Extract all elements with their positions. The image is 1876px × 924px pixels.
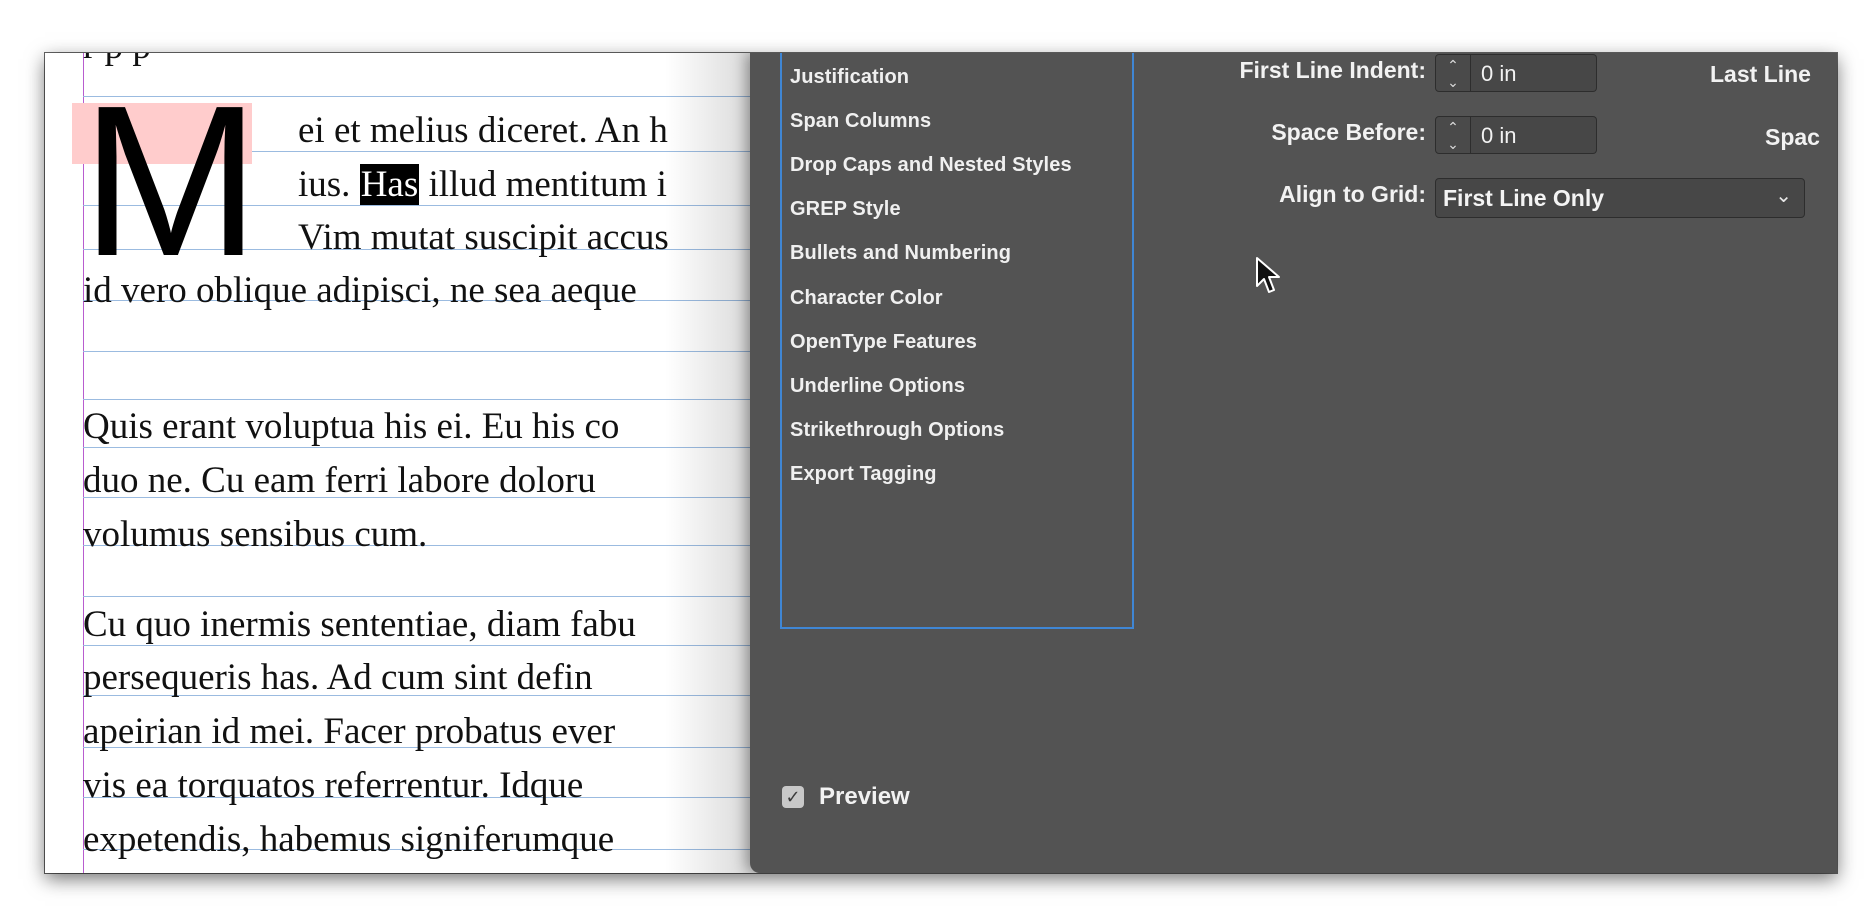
category-drop-caps-nested-styles[interactable]: Drop Caps and Nested Styles — [790, 154, 1072, 177]
text-run: illud mentitum i — [428, 164, 667, 205]
space-after-label: Spac — [1765, 124, 1820, 150]
text-line: ei et melius diceret. An h — [298, 110, 668, 151]
category-span-columns[interactable]: Span Columns — [790, 110, 931, 133]
align-to-grid-label: Align to Grid: — [1279, 181, 1426, 207]
preview-label: Preview — [819, 783, 910, 810]
category-list[interactable]: Justification Span Columns Drop Caps and… — [780, 53, 1134, 629]
space-before-label: Space Before: — [1271, 119, 1426, 145]
align-to-grid-value: First Line Only — [1443, 185, 1605, 211]
indesign-window: r p p M ei et melius diceret. An h ius. … — [45, 53, 1837, 873]
text-line: Vim mutat suscipit accus — [298, 217, 669, 258]
category-justification[interactable]: Justification — [790, 66, 909, 89]
stepper-up-down-icon[interactable]: ⌃ ⌄ — [1435, 54, 1471, 92]
category-bullets-numbering[interactable]: Bullets and Numbering — [790, 242, 1011, 265]
paragraph-style-options-dialog: Justification Span Columns Drop Caps and… — [750, 53, 1837, 873]
text-line: volumus sensibus cum. — [83, 514, 428, 555]
category-character-color[interactable]: Character Color — [790, 287, 943, 310]
first-line-indent-input[interactable]: 0 in — [1471, 54, 1597, 92]
checkmark-icon: ✓ — [785, 787, 801, 807]
text-run: ius. — [298, 164, 360, 205]
drop-cap: M — [81, 60, 261, 301]
category-opentype-features[interactable]: OpenType Features — [790, 331, 977, 354]
text-line: Quis erant voluptua his ei. Eu his co — [83, 406, 620, 447]
preview-checkbox[interactable]: ✓ — [782, 786, 804, 808]
text-line: vis ea torquatos referrentur. Idque — [83, 765, 584, 806]
text-line: Cu quo inermis sententiae, diam fabu — [83, 604, 636, 645]
text-line-with-selection: ius. Has illud mentitum i — [298, 163, 667, 207]
mouse-pointer-icon — [1256, 257, 1280, 293]
category-grep-style[interactable]: GREP Style — [790, 198, 901, 221]
text-line: duo ne. Cu eam ferri labore doloru — [83, 460, 596, 501]
align-to-grid-select[interactable]: First Line Only ⌄ — [1435, 178, 1805, 218]
first-line-indent-label: First Line Indent: — [1239, 57, 1426, 83]
stepper-up-down-icon[interactable]: ⌃ ⌄ — [1435, 116, 1471, 154]
selected-text[interactable]: Has — [359, 164, 420, 205]
category-underline-options[interactable]: Underline Options — [790, 375, 965, 398]
text-line: expetendis, habemus signiferumque — [83, 819, 615, 860]
text-line: id vero oblique adipisci, ne sea aeque — [83, 270, 637, 311]
category-export-tagging[interactable]: Export Tagging — [790, 463, 937, 486]
space-before-input[interactable]: 0 in — [1471, 116, 1597, 154]
text-line: persequeris has. Ad cum sint defin — [83, 657, 593, 698]
text-line: apeirian id mei. Facer probatus ever — [83, 711, 616, 752]
document-page[interactable]: r p p M ei et melius diceret. An h ius. … — [45, 53, 825, 873]
category-strikethrough-options[interactable]: Strikethrough Options — [790, 419, 1004, 442]
last-line-indent-label: Last Line — [1710, 61, 1811, 87]
chevron-down-icon: ⌄ — [1775, 185, 1792, 207]
